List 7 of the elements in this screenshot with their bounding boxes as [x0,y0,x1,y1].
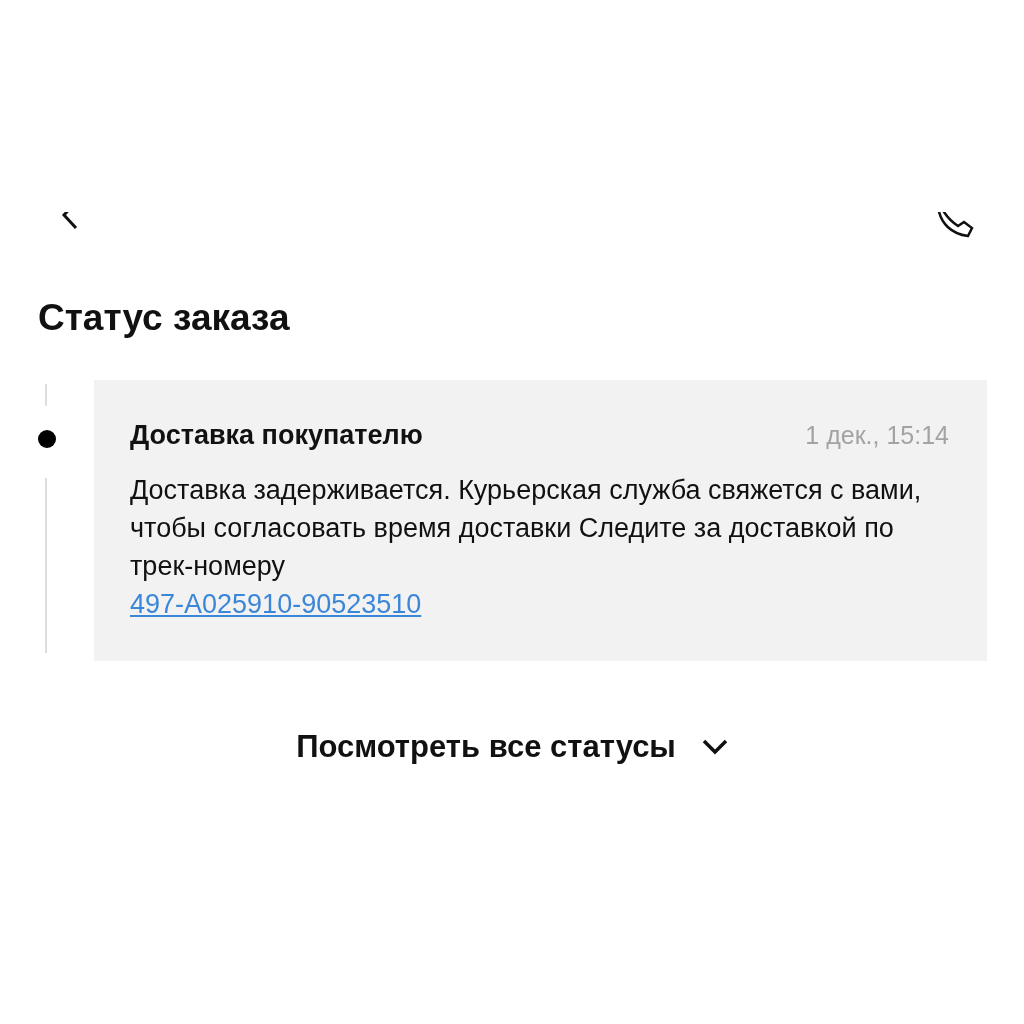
chevron-down-icon [701,739,728,755]
status-date: 1 дек., 15:14 [805,421,949,450]
timeline-dot [38,430,56,448]
status-title: Доставка покупателю [130,420,423,451]
status-description: Доставка задерживается. Курьерская служба свяжется с вами, чтобы согласовать время доставки Следите за доставкой по трек-номеру [130,474,923,583]
show-all-statuses-button[interactable]: Посмотреть все статусы [296,729,728,765]
page-title: Статус заказа [38,296,291,340]
